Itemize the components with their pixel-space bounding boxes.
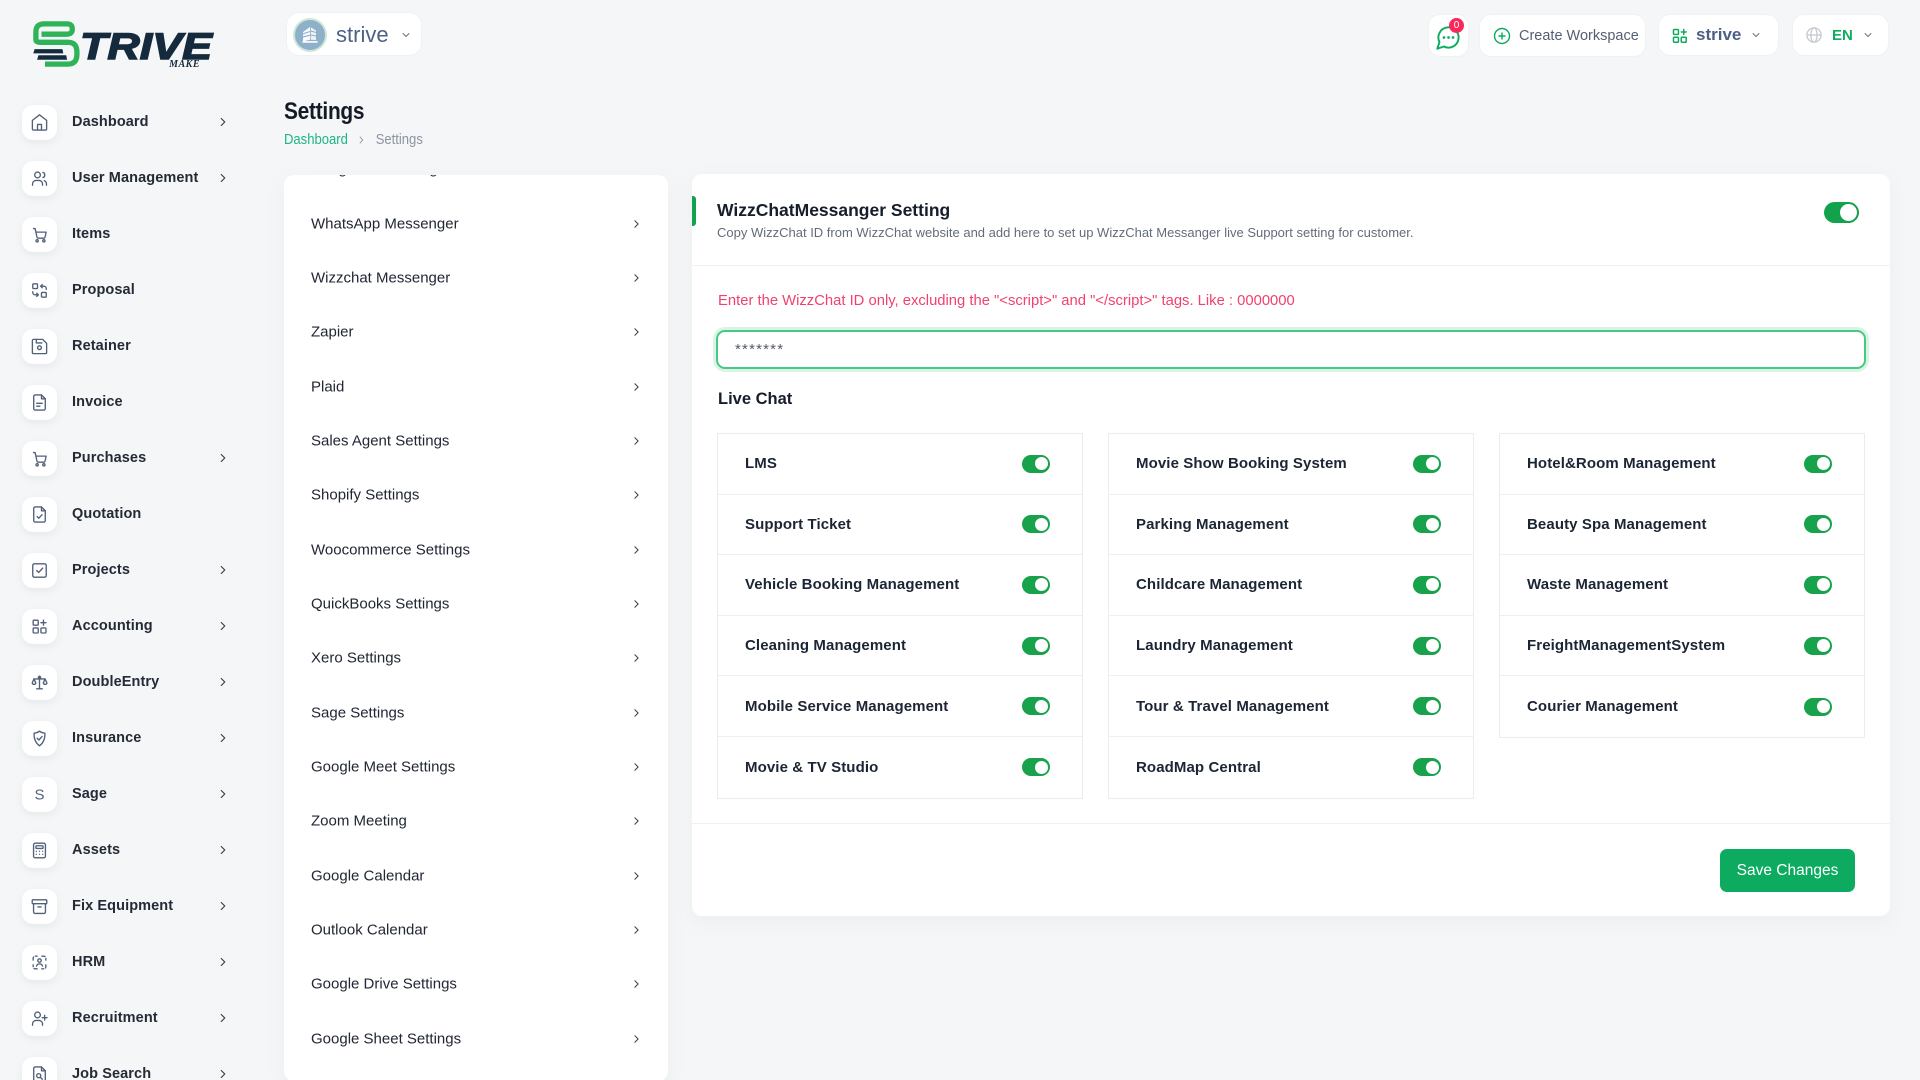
svg-text:S: S — [34, 786, 44, 803]
svg-text:MAKE: MAKE — [168, 59, 200, 70]
